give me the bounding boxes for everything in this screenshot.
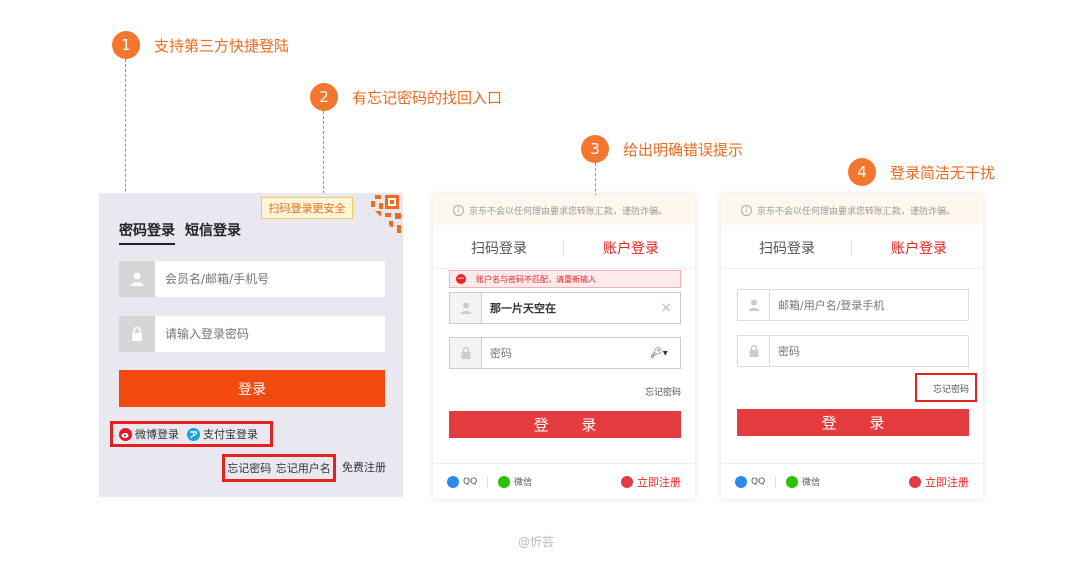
wechat-icon <box>786 475 799 488</box>
tab-divider <box>851 240 852 256</box>
arrow-right-icon <box>909 475 921 488</box>
annotation-text: 登录简洁无干扰 <box>890 163 996 182</box>
annotation-3: 3 给出明确错误提示 <box>581 135 743 163</box>
login-button[interactable]: 登 录 <box>737 409 969 436</box>
password-input[interactable] <box>165 327 365 341</box>
register-link[interactable]: 立即注册 <box>909 474 969 490</box>
key-dropdown-icon[interactable]: 🔑︎▾ <box>650 348 668 359</box>
username-input-field[interactable]: 那一片天空在 × <box>449 292 681 324</box>
login-button[interactable]: 登录 <box>119 370 385 407</box>
forgot-password-link[interactable]: 忘记密码 <box>645 385 681 398</box>
qr-login-badge: 扫码登录更安全 <box>261 197 353 219</box>
alipay-login-link[interactable]: 支付宝登录 <box>187 426 258 442</box>
security-notice: i 京东不会以任何理由要求您转账汇款，谨防诈骗。 <box>721 195 983 225</box>
register-link[interactable]: 免费注册 <box>342 459 386 475</box>
password-input-field[interactable]: 🔑︎▾ <box>449 337 681 369</box>
tab-scan-login[interactable]: 扫码登录 <box>471 238 527 258</box>
register-link[interactable]: 立即注册 <box>621 474 681 490</box>
security-notice-text: 京东不会以任何理由要求您转账汇款，谨防诈骗。 <box>469 206 668 217</box>
qq-label: QQ <box>463 476 478 487</box>
password-input-field[interactable] <box>119 316 385 352</box>
annotation-number: 1 <box>112 31 140 59</box>
tab-sms-login[interactable]: 短信登录 <box>185 220 241 240</box>
divider <box>775 476 777 487</box>
wechat-login-link[interactable]: 微信 <box>786 475 820 488</box>
account-recovery-links: 忘记密码 忘记用户名 <box>222 454 336 482</box>
wechat-icon <box>498 475 511 488</box>
user-icon <box>738 290 770 320</box>
forgot-password-link[interactable]: 忘记密码 <box>933 382 969 395</box>
annotation-4: 4 登录简洁无干扰 <box>848 158 995 186</box>
watermark: @忻芸 <box>518 535 555 549</box>
error-message: − 账户名与密码不匹配，请重新输入 <box>449 270 681 288</box>
qq-label: QQ <box>751 476 766 487</box>
qq-icon <box>735 475 747 488</box>
third-party-login-group: 微博登录 支付宝登录 <box>110 421 273 447</box>
user-icon <box>450 293 482 323</box>
login-tabs: 扫码登录 账户登录 <box>721 225 983 269</box>
register-label: 立即注册 <box>637 475 681 489</box>
social-login-footer: QQ 微信 立即注册 <box>433 463 695 499</box>
username-input-field[interactable] <box>737 289 969 321</box>
lock-icon <box>119 316 155 352</box>
tab-account-login[interactable]: 账户登录 <box>603 238 659 258</box>
weibo-login-label: 微博登录 <box>135 428 179 441</box>
annotation-text: 给出明确错误提示 <box>623 140 744 159</box>
annotation-number: 4 <box>848 158 876 186</box>
lock-icon <box>738 336 770 366</box>
login-button[interactable]: 登 录 <box>449 411 681 438</box>
password-input-field[interactable] <box>737 335 969 367</box>
wechat-label: 微信 <box>514 478 533 488</box>
qq-icon <box>447 475 459 488</box>
tab-scan-login[interactable]: 扫码登录 <box>759 238 815 258</box>
info-icon: i <box>741 204 752 216</box>
annotation-text: 有忘记密码的找回入口 <box>352 88 503 107</box>
tab-account-login[interactable]: 账户登录 <box>891 238 947 258</box>
arrow-right-icon <box>621 475 633 488</box>
username-input-field[interactable] <box>119 261 385 297</box>
clear-icon[interactable]: × <box>660 300 672 316</box>
wechat-login-link[interactable]: 微信 <box>498 475 532 488</box>
tab-divider <box>563 240 564 256</box>
username-input[interactable] <box>165 272 365 286</box>
username-input[interactable] <box>778 298 938 312</box>
weibo-icon <box>119 427 132 441</box>
lock-icon <box>450 338 482 368</box>
annotation-number: 3 <box>581 135 609 163</box>
annotation-2: 2 有忘记密码的找回入口 <box>310 83 502 111</box>
login-panel-3: i 京东不会以任何理由要求您转账汇款，谨防诈骗。 扫码登录 账户登录 忘记密码 … <box>721 195 983 499</box>
qq-login-link[interactable]: QQ <box>735 475 766 488</box>
forgot-username-link[interactable]: 忘记用户名 <box>276 460 331 476</box>
error-icon: − <box>456 273 466 284</box>
annotation-text: 支持第三方快捷登陆 <box>154 36 290 55</box>
alipay-icon <box>187 427 200 441</box>
alipay-login-label: 支付宝登录 <box>203 428 258 441</box>
password-input[interactable] <box>778 344 938 358</box>
social-login-footer: QQ 微信 立即注册 <box>721 463 983 499</box>
weibo-login-link[interactable]: 微博登录 <box>119 426 179 442</box>
security-notice: i 京东不会以任何理由要求您转账汇款，谨防诈骗。 <box>433 195 695 225</box>
login-tabs: 扫码登录 账户登录 <box>433 225 695 269</box>
info-icon: i <box>453 204 464 216</box>
qr-code-icon[interactable] <box>357 193 403 239</box>
security-notice-text: 京东不会以任何理由要求您转账汇款，谨防诈骗。 <box>757 206 956 217</box>
annotation-1: 1 支持第三方快捷登陆 <box>112 31 289 59</box>
user-icon <box>119 261 155 297</box>
annotation-number: 2 <box>310 83 338 111</box>
error-message-text: 账户名与密码不匹配，请重新输入 <box>476 274 596 284</box>
password-input[interactable] <box>490 346 650 360</box>
tab-password-login[interactable]: 密码登录 <box>119 220 175 245</box>
wechat-label: 微信 <box>802 478 821 488</box>
forgot-password-link[interactable]: 忘记密码 <box>227 460 271 476</box>
username-value[interactable]: 那一片天空在 <box>490 300 660 316</box>
register-label: 立即注册 <box>925 475 969 489</box>
login-panel-2: i 京东不会以任何理由要求您转账汇款，谨防诈骗。 扫码登录 账户登录 − 账户名… <box>433 195 695 499</box>
qq-login-link[interactable]: QQ <box>447 475 478 488</box>
divider <box>487 476 489 487</box>
login-panel-1: 密码登录 短信登录 扫码登录更安全 会员名/邮箱/手机号 登录 微博登录 支付宝… <box>99 193 403 497</box>
